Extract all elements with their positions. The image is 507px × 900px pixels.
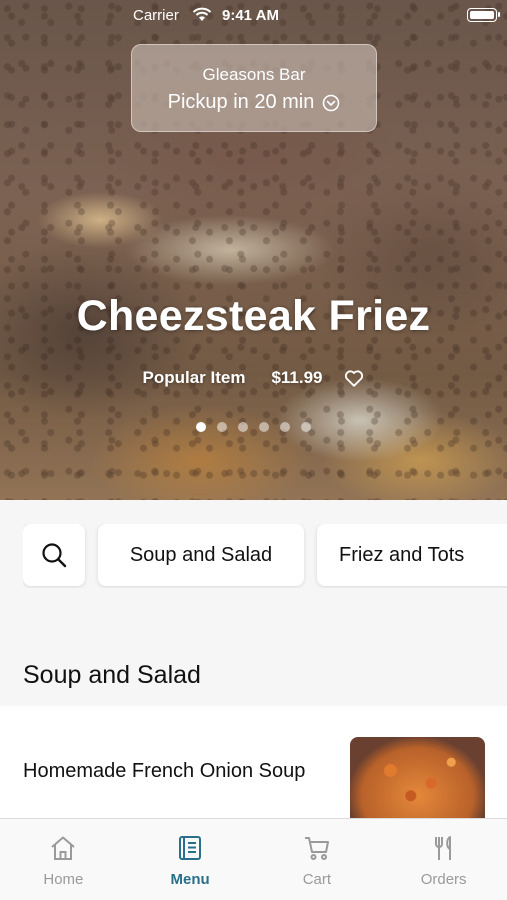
category-chips: Soup and Salad Friez and Tots: [23, 524, 507, 588]
pickup-eta-row: Pickup in 20 min: [168, 91, 341, 114]
featured-item-price: $11.99: [271, 368, 323, 387]
carousel-dot[interactable]: [238, 422, 248, 432]
carousel-dot[interactable]: [301, 422, 311, 432]
tab-bar: Home Menu Cart Orders: [0, 818, 507, 900]
heart-icon[interactable]: [343, 367, 365, 389]
home-icon: [51, 836, 76, 860]
carousel-dots[interactable]: [0, 422, 507, 432]
menu-item-name: Homemade French Onion Soup: [23, 760, 306, 782]
carousel-dot[interactable]: [280, 422, 290, 432]
chevron-down-circle-icon: [323, 94, 340, 111]
category-chip-friez-and-tots[interactable]: Friez and Tots: [317, 524, 507, 586]
featured-item-meta: Popular Item $11.99: [0, 367, 507, 389]
fork-knife-icon: [434, 836, 451, 860]
category-search-button[interactable]: [23, 524, 85, 586]
battery-icon: [467, 8, 500, 22]
category-chip-soup-and-salad[interactable]: Soup and Salad: [98, 524, 304, 586]
tab-orders-label: Orders: [420, 871, 467, 888]
menu-item-card[interactable]: Homemade French Onion Soup: [0, 706, 507, 821]
carousel-dot[interactable]: [259, 422, 269, 432]
tab-home[interactable]: Home: [0, 819, 127, 900]
search-icon: [42, 543, 67, 568]
tab-cart[interactable]: Cart: [254, 819, 381, 900]
pickup-selector[interactable]: Gleasons Bar Pickup in 20 min: [131, 44, 377, 132]
featured-item-title: Cheezsteak Friez: [76, 292, 431, 340]
tab-menu[interactable]: Menu: [127, 819, 254, 900]
tab-orders[interactable]: Orders: [380, 819, 507, 900]
featured-item-tag: Popular Item: [142, 368, 246, 387]
pickup-eta: Pickup in 20 min: [167, 91, 315, 113]
menu-item-photo: [350, 737, 485, 821]
hero-banner[interactable]: Carrier 9:41 AM Gleasons Bar Pickup in 2…: [0, 0, 507, 500]
clock-label: 9:41 AM: [222, 7, 279, 24]
carousel-dot[interactable]: [217, 422, 227, 432]
cart-icon: [304, 837, 329, 860]
menu-book-icon: [179, 836, 202, 860]
status-bar: Carrier 9:41 AM: [0, 0, 507, 30]
pickup-venue: Gleasons Bar: [202, 65, 306, 84]
tab-home-label: Home: [43, 871, 84, 888]
wifi-icon: [192, 7, 212, 21]
carousel-dot[interactable]: [196, 422, 206, 432]
tab-menu-label: Menu: [170, 871, 210, 888]
carrier-label: Carrier: [133, 7, 179, 24]
section-title: Soup and Salad: [23, 661, 201, 689]
tab-cart-label: Cart: [302, 871, 332, 888]
